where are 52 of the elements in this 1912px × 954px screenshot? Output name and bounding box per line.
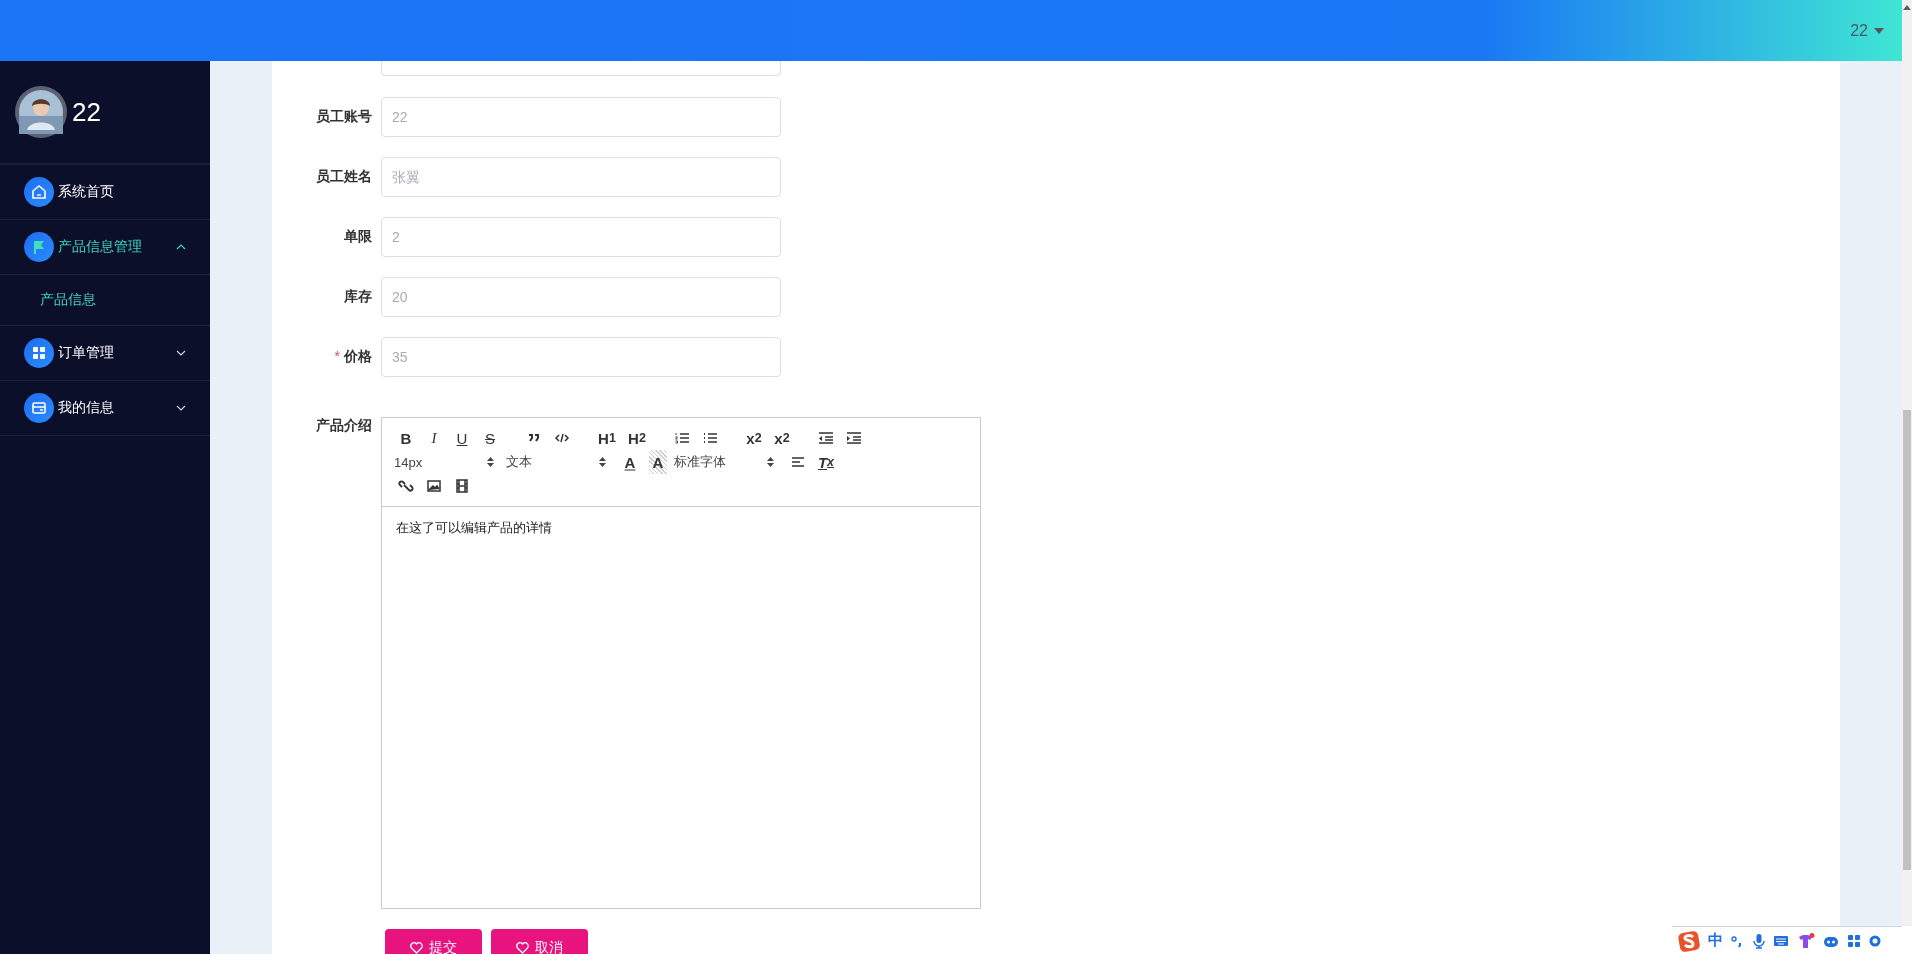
chevron-up-icon [176, 244, 186, 250]
keyboard-icon[interactable] [1773, 934, 1789, 947]
editor-text: 在这了可以编辑产品的详情 [395, 519, 553, 537]
shirt-icon[interactable] [1797, 932, 1815, 949]
caret-down-icon [1874, 27, 1884, 34]
card-icon [24, 393, 54, 423]
input-mode[interactable]: 中 [1708, 931, 1723, 950]
home-icon [24, 177, 54, 207]
toolbar-select[interactable]: 标准字体 [672, 450, 784, 474]
heart-icon [516, 942, 529, 954]
scrollbar[interactable] [1902, 0, 1912, 926]
input-field[interactable]: 20 [381, 277, 781, 317]
field-label: 员工姓名 [315, 168, 372, 186]
heart-icon [410, 942, 423, 954]
chevron-down-icon [176, 350, 186, 356]
toolbar-button[interactable]: B [392, 426, 420, 450]
input-field[interactable]: 2 [381, 217, 781, 257]
user-menu[interactable]: 22 [1850, 21, 1884, 40]
toolbar-button[interactable]: A [616, 450, 644, 474]
chevron-down-icon [176, 405, 186, 411]
field-label: * 价格 [333, 348, 372, 366]
menu-item[interactable]: 订单管理 [0, 326, 210, 381]
menu-item[interactable]: 产品信息管理 [0, 220, 210, 275]
field-label: 产品介绍 [315, 417, 372, 435]
arrow-up-icon[interactable] [1903, 4, 1911, 10]
toolbar-button[interactable]: U [448, 426, 476, 450]
action-button[interactable]: 提交 [385, 929, 482, 954]
action-button[interactable]: 取消 [491, 929, 588, 954]
field-label: 库存 [343, 288, 372, 306]
sort-icon [487, 457, 494, 467]
flag-icon [24, 232, 54, 262]
field-label: 单限 [343, 228, 372, 246]
sort-icon [767, 457, 774, 467]
input-method-logo-icon[interactable] [1678, 929, 1700, 952]
toolbar-button[interactable]: I [420, 426, 448, 450]
sort-icon [599, 457, 606, 467]
menu-item[interactable]: 我的信息 [0, 381, 210, 436]
field-label: 员工账号 [315, 108, 372, 126]
toolbar-select[interactable]: 文本 [504, 450, 616, 474]
grid-icon[interactable] [1847, 933, 1861, 948]
scrollbar-thumb[interactable] [1903, 410, 1911, 870]
input-field[interactable]: 张翼 [381, 157, 781, 197]
user-name: 22 [72, 96, 101, 128]
grid-icon [24, 338, 54, 368]
microphone-icon[interactable] [1753, 932, 1765, 949]
input-field[interactable] [381, 61, 781, 76]
input-field[interactable]: 35 [381, 337, 781, 377]
menu-item[interactable]: 系统首页 [0, 165, 210, 220]
toolbar-button[interactable]: A [649, 450, 667, 474]
toolbar-select[interactable]: 14px [392, 450, 504, 474]
toolbar-button[interactable]: S [476, 426, 504, 450]
input-field[interactable]: 22 [381, 97, 781, 137]
